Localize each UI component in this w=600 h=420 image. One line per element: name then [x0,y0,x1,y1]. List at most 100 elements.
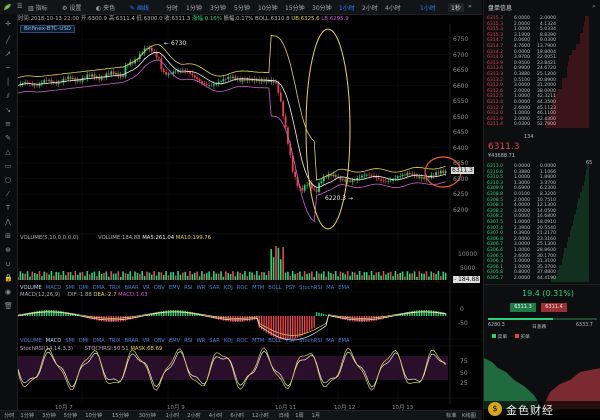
color-button[interactable]: ◐ 夹色 [96,3,115,12]
bitfinex-icon[interactable] [3,3,13,11]
brush-tool-icon[interactable]: ⁄ [4,190,12,198]
indicator-tab[interactable]: DMA [93,338,105,344]
bottom-period-tab[interactable]: 10分钟 [85,412,102,419]
indicator-tab[interactable]: TRIX [109,285,121,291]
bottom-period-tab[interactable]: 4小时 [209,412,223,419]
pen-tool-icon[interactable]: ✎ [4,134,12,142]
tab-period-1[interactable]: 1分钟 [186,3,202,12]
indicator-tab[interactable]: ROC [237,285,248,291]
indicator-tab[interactable]: TRIX [109,338,121,344]
arrow-tool-icon[interactable]: ↘ [4,106,12,114]
bottom-period-tab[interactable]: 1分钟 [20,412,34,419]
tab-period-5[interactable]: 15分钟 [285,3,305,12]
indicator-tab[interactable]: VOLUME [20,338,42,344]
ray-tool-icon[interactable]: ↗ [4,50,12,58]
indicator-tab[interactable]: EMV [169,338,180,344]
pattern-tool-icon[interactable]: ⋀ [4,218,12,226]
standard-view-button[interactable]: 标准 [446,412,456,419]
tab-period-0[interactable]: 分时 [166,3,178,12]
bottom-period-tab[interactable]: 分时 [4,412,14,419]
indicator-tab[interactable]: StochRSI [299,285,322,291]
indicator-tab[interactable]: WR [197,338,206,344]
settings-button[interactable]: ⚙ 设置 [62,3,81,12]
fib-tool-icon[interactable]: ≡ [4,120,12,128]
orderbook-collapse-icon[interactable]: » [592,3,596,10]
indicator-tab[interactable]: OBV [154,285,165,291]
eye-tool-icon[interactable]: ◉ [4,288,12,296]
text-tool-icon[interactable]: T [4,204,12,212]
collapse-icon[interactable]: » [468,3,472,10]
indicator-tab[interactable]: DMA [93,285,105,291]
bottom-period-tab[interactable]: 日线 [279,412,289,419]
indicator-tab[interactable]: RSI [184,338,192,344]
indicator-tab[interactable]: StochRSI [299,338,322,344]
indicator-tab[interactable]: EMA [338,285,349,291]
indicator-tab[interactable]: BRAR [125,338,139,344]
indicator-tab[interactable]: VOLUME [20,285,42,291]
trash-icon[interactable]: 🗑 [4,302,12,310]
indicator-tab[interactable]: SMI [65,285,74,291]
indicator-tab[interactable]: MACD [46,338,62,344]
indicator-button[interactable]: ▥ 指标 [28,3,48,12]
indicator-tab[interactable]: VR [143,338,150,344]
indicator-tab[interactable]: OBV [154,338,165,344]
line-tool-icon[interactable]: ╱ [4,36,12,44]
indicator-tab[interactable]: ROC [237,338,248,344]
indicator-tab[interactable]: MA [326,338,334,344]
rect-tool-icon[interactable]: ▭ [4,162,12,170]
indicator-tab[interactable]: VR [143,285,150,291]
indicator-tab[interactable]: EMV [169,285,180,291]
zoom-tool-icon[interactable]: ⊕ [4,246,12,254]
bottom-period-tab[interactable]: 30分钟 [139,412,156,419]
tab-period-7[interactable]: 1小时 [339,3,355,12]
indicator-tab[interactable]: PSY [286,285,296,291]
bottom-period-tab[interactable]: 15分钟 [112,412,129,419]
indicator-tab[interactable]: SAR [209,285,220,291]
tab-period-4[interactable]: 10分钟 [258,3,278,12]
chart-canvas[interactable] [18,24,480,410]
kline-view-button[interactable]: K线图 [462,412,476,419]
tab-period-8[interactable]: 2小时 [362,3,378,12]
triangle-tool-icon[interactable]: △ [4,148,12,156]
indicator-tab[interactable]: WR [197,285,206,291]
indicator-tab[interactable]: DMI [79,285,89,291]
orderbook-row[interactable]: 6311.40.030052.7900 [484,122,600,128]
indicator-tab[interactable]: MTM [252,285,264,291]
vline-tool-icon[interactable]: │ [4,78,12,86]
bottom-period-tab[interactable]: 5分钟 [64,412,78,419]
indicator-tab[interactable]: KDJ [224,285,233,291]
sell-price-button[interactable]: 6311.3 [510,303,536,312]
bottom-period-tab[interactable]: 1周 [295,412,304,419]
indicator-tab[interactable]: BRAR [125,285,139,291]
hline-tool-icon[interactable]: ─ [4,64,12,72]
indicator-tab[interactable]: DMI [79,338,89,344]
indicator-tab[interactable]: SMI [65,338,74,344]
indicator-tab[interactable]: BOLL [268,285,281,291]
bottom-period-tab[interactable]: 2小时 [187,412,201,419]
tab-period-2[interactable]: 3分钟 [210,3,226,12]
buy-price-button[interactable]: 6311.4 [541,303,567,312]
channel-tool-icon[interactable]: ⫽ [4,92,12,100]
crosshair-icon[interactable]: ✛ [4,20,12,28]
tab-period-7-current[interactable]: 1小时 [420,3,436,12]
indicator-tab[interactable]: PSY [286,338,296,344]
measure-tool-icon[interactable]: ⊞ [4,232,12,240]
indicator-tab[interactable]: BOLL [268,338,281,344]
tab-period-3[interactable]: 5分钟 [234,3,250,12]
indicator-tab[interactable]: MA [326,285,334,291]
draw-button[interactable]: ✎ 画线 [130,3,149,12]
bottom-period-tab[interactable]: 3分钟 [42,412,56,419]
indicator-tab[interactable]: MTM [252,338,264,344]
indicator-tab[interactable]: KDJ [224,338,233,344]
indicator-tab[interactable]: SAR [209,338,220,344]
lock-tool-icon[interactable]: 🔒 [4,274,12,282]
indicator-tab[interactable]: MACD [46,285,62,291]
indicator-tab[interactable]: RSI [184,285,192,291]
one-second-button[interactable]: 1秒 [448,3,464,12]
bottom-period-tab[interactable]: 1小时 [166,412,180,419]
bottom-period-tab[interactable]: 1月 [312,412,321,419]
tab-period-6[interactable]: 30分钟 [312,3,332,12]
circle-tool-icon[interactable]: ○ [4,176,12,184]
orderbook-row[interactable]: 6305.72.000044.4190 [484,276,600,282]
menu-icon[interactable]: ☰ [17,3,22,10]
